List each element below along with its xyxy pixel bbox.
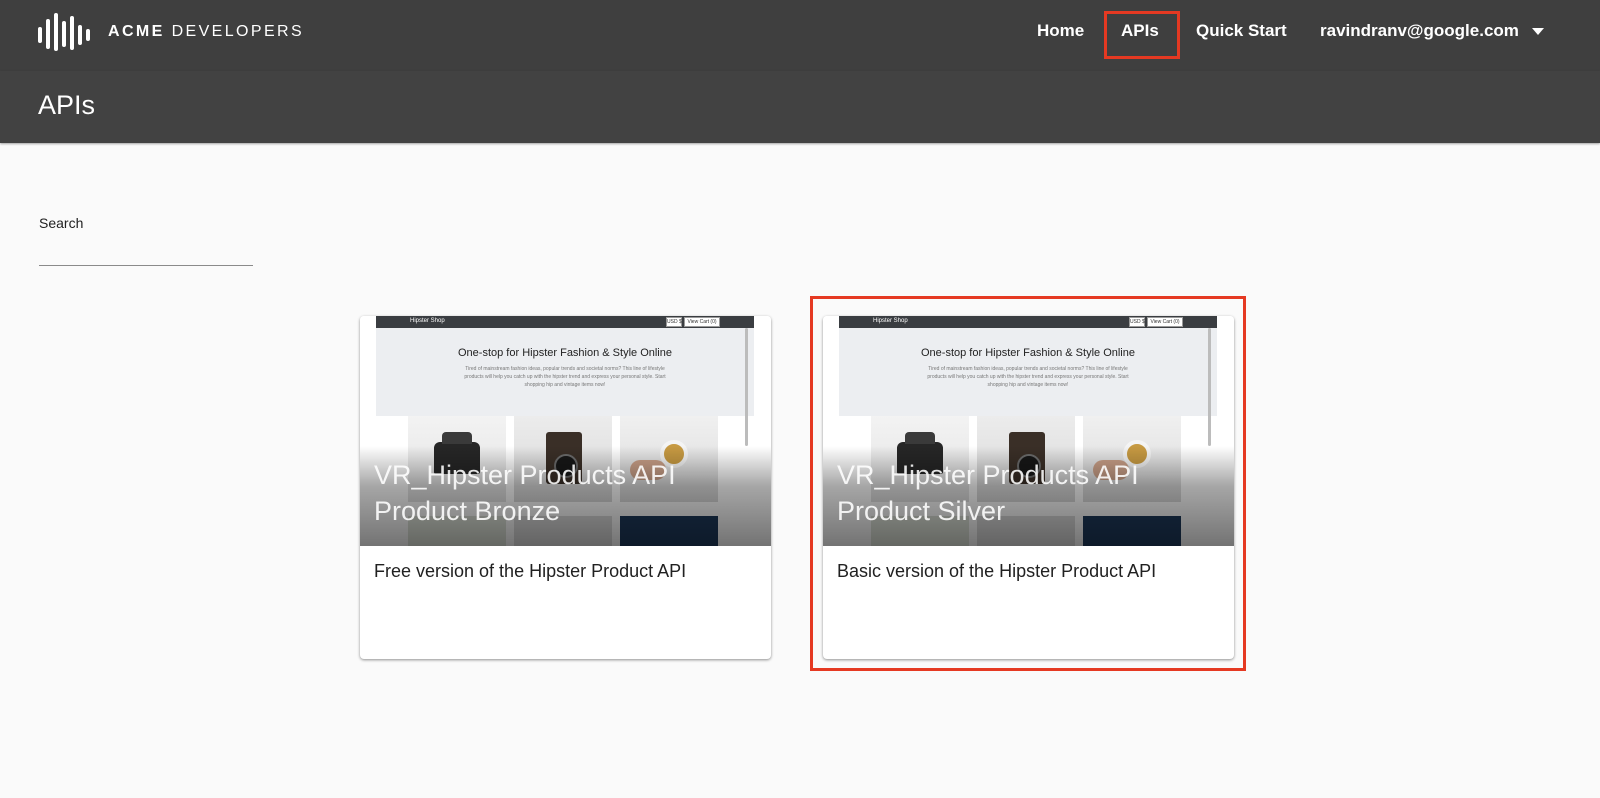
card-preview-image: Hipster Shop USD $ View Cart (0) One-sto… [823,316,1234,546]
preview-shop-name: Hipster Shop [410,318,445,324]
sound-wave-logo-icon [38,13,90,51]
preview-topbar: Hipster Shop USD $ View Cart (0) [839,316,1217,328]
acme-logo[interactable]: ACME DEVELOPERS [38,13,304,51]
preview-subtext: Tired of mainstream fashion ideas, popul… [464,366,666,388]
card-description: Free version of the Hipster Product API [374,561,687,581]
api-product-card-silver[interactable]: Hipster Shop USD $ View Cart (0) One-sto… [823,316,1234,659]
search-input[interactable] [39,236,253,266]
preview-topbar: Hipster Shop USD $ View Cart (0) [376,316,754,328]
preview-hero: One-stop for Hipster Fashion & Style Onl… [839,328,1217,416]
caret-down-icon [1531,27,1544,35]
user-email: ravindranv@google.com [1320,21,1519,40]
card-title: VR_Hipster Products API Product Bronze [374,460,676,526]
top-navigation-bar: ACME DEVELOPERS Home APIs Quick Start ra… [0,0,1600,71]
card-description: Basic version of the Hipster Product API [837,561,1157,581]
search-label: Search [39,215,84,231]
preview-shop-name: Hipster Shop [873,318,908,324]
preview-currency: USD $ [1129,317,1145,327]
brand-name: ACME DEVELOPERS [108,23,305,40]
preview-scrollbar [745,328,748,446]
page-header: APIs [0,71,1600,143]
preview-currency: USD $ [666,317,682,327]
preview-cart: View Cart (0) [684,317,720,327]
api-product-card-bronze[interactable]: Hipster Shop USD $ View Cart (0) One-sto… [360,316,771,659]
preview-scrollbar [1208,328,1211,446]
preview-cart: View Cart (0) [1147,317,1183,327]
preview-heading: One-stop for Hipster Fashion & Style Onl… [458,347,672,359]
nav-home-link[interactable]: Home [1037,21,1084,41]
preview-subtext: Tired of mainstream fashion ideas, popul… [927,366,1129,388]
nav-apis-link[interactable]: APIs [1121,21,1159,41]
nav-quick-start-link[interactable]: Quick Start [1196,21,1287,41]
user-menu[interactable]: ravindranv@google.com [1320,21,1544,41]
card-preview-image: Hipster Shop USD $ View Cart (0) One-sto… [360,316,771,546]
page-title: APIs [38,90,96,120]
card-title: VR_Hipster Products API Product Silver [837,460,1139,526]
preview-heading: One-stop for Hipster Fashion & Style Onl… [921,347,1135,359]
preview-hero: One-stop for Hipster Fashion & Style Onl… [376,328,754,416]
